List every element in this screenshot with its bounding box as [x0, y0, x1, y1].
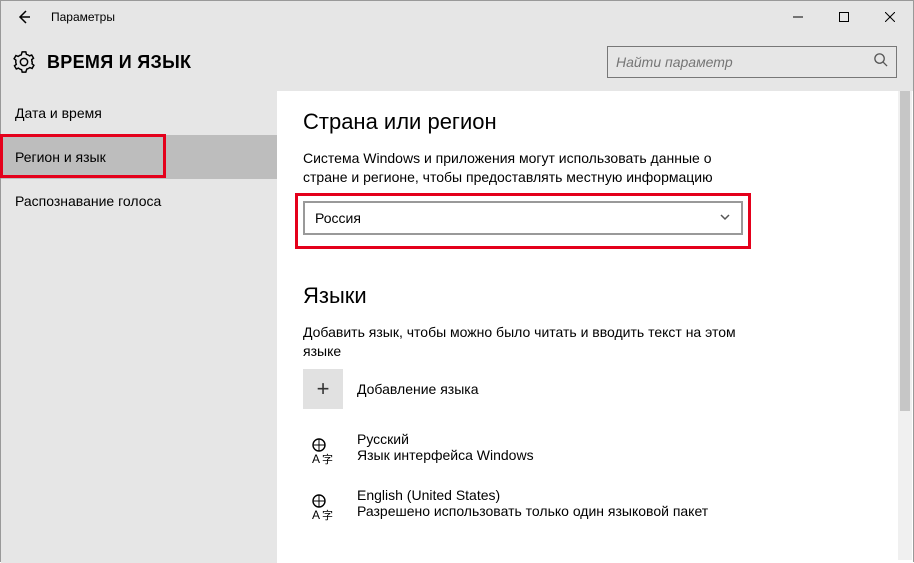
sidebar-item-label: Распознавание голоса — [15, 193, 161, 209]
language-name: English (United States) — [357, 487, 708, 503]
language-subtitle: Язык интерфейса Windows — [357, 447, 534, 463]
arrow-left-icon — [16, 9, 32, 25]
languages-heading: Языки — [303, 283, 887, 309]
minimize-button[interactable] — [775, 1, 821, 33]
add-language-label: Добавление языка — [357, 381, 479, 397]
header-row: ВРЕМЯ И ЯЗЫК — [1, 33, 913, 91]
window-controls — [775, 1, 913, 33]
region-heading: Страна или регион — [303, 109, 887, 135]
language-name: Русский — [357, 431, 534, 447]
content-area: Страна или регион Система Windows и прил… — [277, 91, 913, 563]
sidebar-item-region-language[interactable]: Регион и язык — [1, 135, 277, 179]
page-heading: ВРЕМЯ И ЯЗЫК — [47, 52, 191, 73]
add-language-button[interactable]: + Добавление языка — [303, 369, 887, 409]
maximize-button[interactable] — [821, 1, 867, 33]
language-item[interactable]: A字 English (United States) Разрешено исп… — [303, 479, 887, 535]
region-description: Система Windows и приложения могут испол… — [303, 149, 733, 187]
back-button[interactable] — [1, 1, 47, 33]
svg-text:A: A — [312, 508, 320, 522]
scrollbar-thumb[interactable] — [900, 91, 910, 411]
window-title: Параметры — [47, 10, 775, 24]
close-button[interactable] — [867, 1, 913, 33]
svg-text:A: A — [312, 452, 320, 466]
sidebar-item-date-time[interactable]: Дата и время — [1, 91, 277, 135]
title-bar: Параметры — [1, 1, 913, 33]
chevron-down-icon — [719, 210, 731, 226]
sidebar-item-label: Дата и время — [15, 105, 102, 121]
scrollbar-vertical[interactable] — [898, 91, 912, 560]
svg-text:字: 字 — [322, 508, 333, 522]
country-dropdown[interactable]: Россия — [303, 201, 743, 235]
sidebar-item-label: Регион и язык — [15, 149, 106, 165]
country-value: Россия — [315, 210, 361, 226]
language-subtitle: Разрешено использовать только один языко… — [357, 503, 708, 519]
sidebar-item-speech[interactable]: Распознавание голоса — [1, 179, 277, 223]
sidebar: Дата и время Регион и язык Распознавание… — [1, 91, 277, 563]
search-icon — [873, 52, 888, 72]
search-box[interactable] — [607, 46, 897, 78]
search-input[interactable] — [616, 54, 873, 70]
language-icon: A字 — [303, 487, 343, 527]
languages-description: Добавить язык, чтобы можно было читать и… — [303, 323, 743, 361]
language-icon: A字 — [303, 431, 343, 471]
language-item[interactable]: A字 Русский Язык интерфейса Windows — [303, 423, 887, 479]
plus-icon: + — [303, 369, 343, 409]
language-list: A字 Русский Язык интерфейса Windows A字 En… — [303, 423, 887, 535]
svg-text:字: 字 — [322, 452, 333, 466]
settings-gear-icon — [1, 51, 47, 73]
